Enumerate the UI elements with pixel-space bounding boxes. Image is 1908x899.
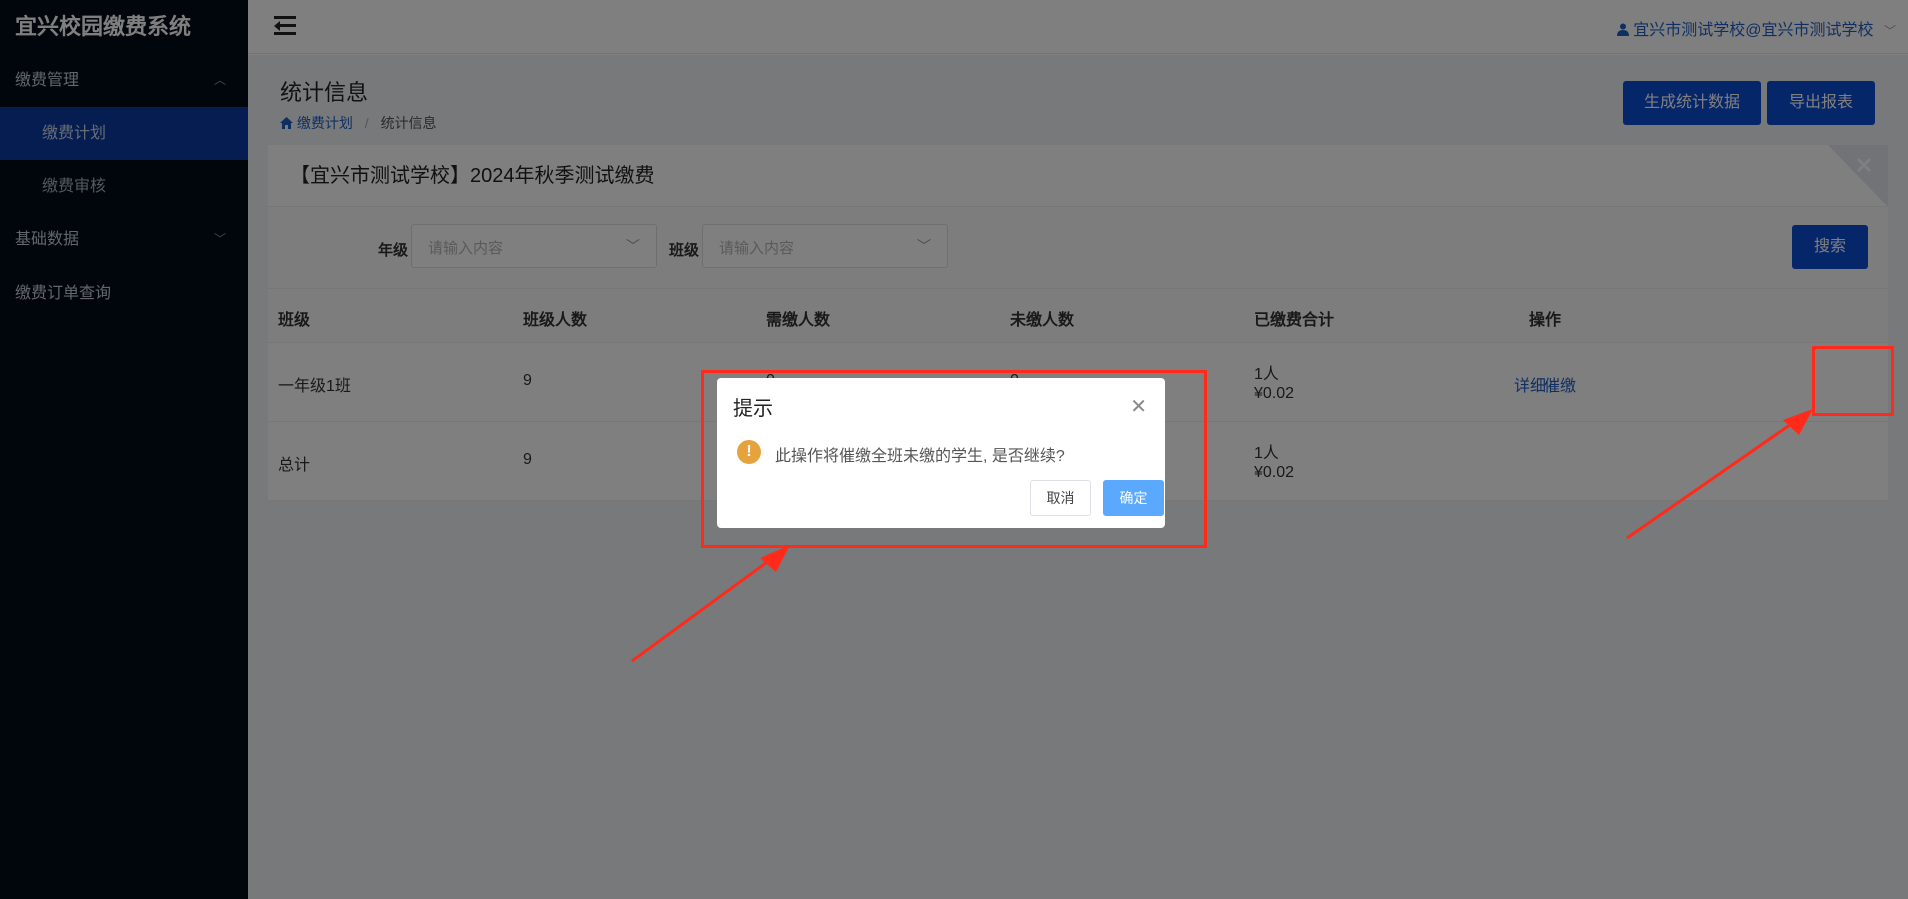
annotation-arrow-remind [1626,418,1798,540]
annotation-arrowhead [1783,409,1813,435]
annotation-arrows [631,409,1813,663]
annotation-arrowhead [760,545,790,572]
annotation-arrow-dialog [631,555,775,663]
